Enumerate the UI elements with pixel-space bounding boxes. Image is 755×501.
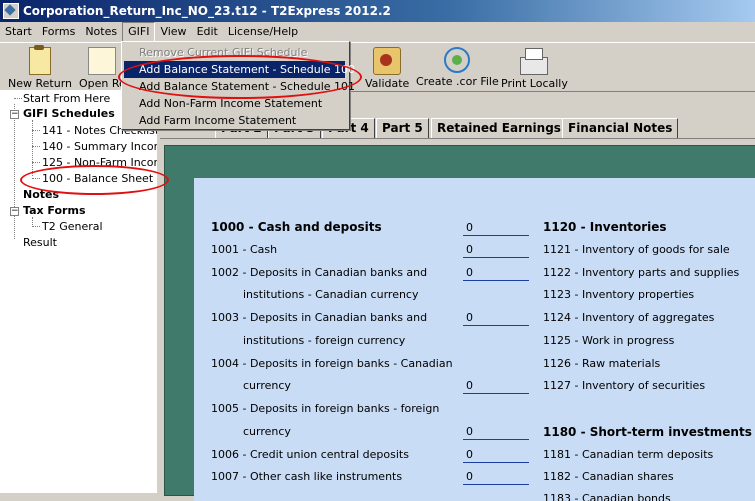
gifi-1120-label: 1120 - Inventories [543, 220, 667, 234]
tree-item-t2-general[interactable]: T2 General [42, 219, 103, 234]
create-cor-button[interactable]: Create .cor File [416, 47, 499, 88]
tree-line [32, 120, 33, 176]
validate-button[interactable]: Validate [365, 47, 409, 90]
tree-start-from-here[interactable]: Start From Here [23, 91, 110, 106]
collapse-icon[interactable]: − [10, 110, 19, 119]
menu-license-help[interactable]: License/Help [223, 23, 303, 41]
gifi-1004-field[interactable]: 0 [463, 379, 529, 394]
gifi-1180-label: 1180 - Short-term investments [543, 425, 752, 439]
tree-gifi-schedules[interactable]: GIFI Schedules [23, 106, 115, 121]
gifi-1005-label: 1005 - Deposits in foreign banks - forei… [211, 402, 440, 415]
new-return-label: New Return [8, 77, 72, 90]
tree-line [32, 146, 40, 147]
gifi-1004-label: 1004 - Deposits in foreign banks - Canad… [211, 357, 453, 370]
tree-line [32, 226, 40, 227]
menu-gifi[interactable]: GIFI [122, 22, 156, 42]
gifi-1007-field[interactable]: 0 [463, 470, 529, 485]
menu-item-add-non-farm[interactable]: Add Non-Farm Income Statement [124, 95, 345, 112]
validate-icon [373, 47, 402, 75]
clipboard-icon [29, 45, 51, 75]
gifi-menu-dropdown: Remove Current GIFI Schedule Add Balance… [121, 41, 355, 130]
tab-financial-notes[interactable]: Financial Notes [562, 118, 679, 138]
tree-notes[interactable]: Notes [23, 187, 59, 202]
gifi-1182-label: 1182 - Canadian shares [543, 470, 674, 483]
menu-item-add-schedule-101[interactable]: Add Balance Statement - Schedule 101 [124, 78, 355, 95]
gifi-1126-label: 1126 - Raw materials [543, 357, 661, 370]
gifi-1123-label: 1123 - Inventory properties [543, 288, 695, 301]
menu-item-add-schedule-100[interactable]: Add Balance Statement - Schedule 100 [124, 61, 355, 78]
gifi-1001-field[interactable]: 0 [463, 243, 529, 258]
gifi-1005-field[interactable]: 0 [463, 425, 529, 440]
gifi-1006-field[interactable]: 0 [463, 448, 529, 463]
new-return-button[interactable]: New Return [8, 45, 72, 90]
gifi-1000-label: 1000 - Cash and deposits [211, 220, 382, 234]
tree-line [32, 130, 40, 131]
menu-item-add-farm[interactable]: Add Farm Income Statement [124, 112, 345, 129]
form-frame: 1000 - Cash and deposits 0 1001 - Cash 0… [164, 145, 755, 501]
collapse-icon[interactable]: − [10, 207, 19, 216]
menu-start[interactable]: Start [0, 23, 37, 41]
gifi-1002-label: 1002 - Deposits in Canadian banks and [211, 266, 428, 279]
tree-item-140[interactable]: 140 - Summary Income [42, 139, 171, 154]
tree-line [32, 217, 33, 225]
menu-edit[interactable]: Edit [192, 23, 223, 41]
tab-retained-earnings[interactable]: Retained Earnings [431, 118, 567, 138]
gifi-1124-label: 1124 - Inventory of aggregates [543, 311, 715, 324]
gifi-1000-field[interactable]: 0 [463, 221, 529, 236]
form-area: 1000 - Cash and deposits 0 1001 - Cash 0… [160, 138, 755, 501]
menu-notes[interactable]: Notes [80, 23, 122, 41]
gifi-1002-label-cont: institutions - Canadian currency [243, 288, 419, 301]
gifi-1122-label: 1122 - Inventory parts and supplies [543, 266, 740, 279]
toolbar: New Return Open Re Validate Create .cor … [0, 42, 755, 92]
gifi-1005-label-cont: currency [243, 425, 291, 438]
gifi-1003-label-cont: institutions - foreign currency [243, 334, 406, 347]
menu-forms[interactable]: Forms [37, 23, 80, 41]
gifi-1121-label: 1121 - Inventory of goods for sale [543, 243, 730, 256]
gifi-1004-label-cont: currency [243, 379, 291, 392]
tree-line [14, 98, 22, 99]
open-return-button[interactable]: Open Re [79, 47, 126, 90]
validate-label: Validate [365, 77, 410, 90]
tree-line [32, 178, 40, 179]
gifi-1181-label: 1181 - Canadian term deposits [543, 448, 714, 461]
title-bar: Corporation_Return_Inc_NO_23.t12 - T2Exp… [0, 0, 755, 22]
gifi-1003-field[interactable]: 0 [463, 311, 529, 326]
navigation-tree: Start From Here − GIFI Schedules 141 - N… [0, 90, 171, 493]
window-title: Corporation_Return_Inc_NO_23.t12 - T2Exp… [23, 4, 391, 18]
gifi-1001-label: 1001 - Cash [211, 243, 278, 256]
gifi-1183-label: 1183 - Canadian bonds [543, 492, 671, 501]
create-cor-label: Create .cor File [416, 75, 499, 88]
tree-line [32, 162, 40, 163]
atom-icon [444, 47, 471, 73]
balance-sheet-form: 1000 - Cash and deposits 0 1001 - Cash 0… [194, 178, 755, 501]
gifi-1003-label: 1003 - Deposits in Canadian banks and [211, 311, 428, 324]
tree-item-100[interactable]: 100 - Balance Sheet Inf [42, 171, 171, 186]
print-locally-label: Print Locally [501, 77, 568, 90]
open-return-label: Open Re [79, 77, 126, 90]
menu-view[interactable]: View [155, 23, 191, 41]
app-icon[interactable] [3, 3, 19, 19]
tab-part-5[interactable]: Part 5 [376, 118, 429, 138]
gifi-1125-label: 1125 - Work in progress [543, 334, 675, 347]
tree-line [14, 104, 15, 239]
open-file-icon [88, 47, 117, 75]
printer-icon [520, 48, 549, 75]
tree-result[interactable]: Result [23, 235, 57, 250]
tree-tax-forms[interactable]: Tax Forms [23, 203, 86, 218]
gifi-1006-label: 1006 - Credit union central deposits [211, 448, 409, 461]
tree-item-125[interactable]: 125 - Non-Farm Income [42, 155, 171, 170]
menu-item-remove-gifi: Remove Current GIFI Schedule [139, 46, 308, 59]
gifi-1127-label: 1127 - Inventory of securities [543, 379, 706, 392]
gifi-1002-field[interactable]: 0 [463, 266, 529, 281]
menu-bar: Start Forms Notes GIFI View Edit License… [0, 22, 755, 42]
gifi-1007-label: 1007 - Other cash like instruments [211, 470, 403, 483]
print-locally-button[interactable]: Print Locally [501, 47, 568, 90]
